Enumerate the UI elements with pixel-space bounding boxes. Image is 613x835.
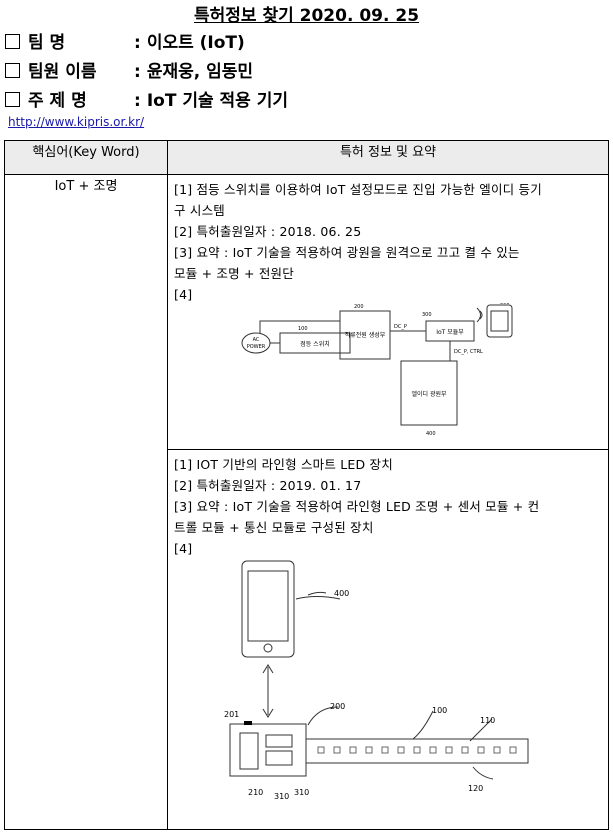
svg-text:100: 100 xyxy=(298,326,308,332)
svg-text:200: 200 xyxy=(330,702,345,711)
svg-text:210: 210 xyxy=(248,788,263,797)
power-gen-label: 직류전원 생성부 xyxy=(345,331,386,339)
svg-text:310: 310 xyxy=(294,788,309,797)
dc-ctrl-label: DC_P, CTRL xyxy=(454,349,483,355)
svg-text:500: 500 xyxy=(500,303,510,306)
patent-2-diagram: 400 201 200 100 110 120 210 310 310 xyxy=(224,560,529,801)
kipris-link[interactable]: http://www.kipris.or.kr/ xyxy=(8,115,144,129)
svg-text:400: 400 xyxy=(426,431,436,437)
checkbox-icon xyxy=(5,63,20,78)
led-strip xyxy=(305,738,529,764)
svg-text:120: 120 xyxy=(468,784,483,793)
svg-text:100: 100 xyxy=(432,706,447,715)
patent-1-diagram: AC POWER 점등 스위치 직류전원 생성부 IoT 모듈부 엘이디 광원부… xyxy=(241,303,513,437)
team-members-row: 팀원 이름: 윤재웅, 임동민 xyxy=(5,57,253,82)
ac-power-shape xyxy=(241,332,271,354)
dc-p-label: DC_P xyxy=(394,324,407,330)
keyword-column-header: 핵심어(Key Word) xyxy=(4,140,168,175)
svg-text:300: 300 xyxy=(422,312,432,318)
patent-2-cell: [1] IOT 기반의 라인형 스마트 LED 장치 [2] 특허출원일자 : … xyxy=(167,449,609,830)
checkbox-icon xyxy=(5,92,20,107)
switch-label: 점등 스위치 xyxy=(300,340,330,348)
svg-text:110: 110 xyxy=(480,716,495,725)
ac-label: AC xyxy=(253,337,260,343)
phone-shape xyxy=(241,560,295,658)
page-title: 특허정보 찾기 2020. 09. 25 xyxy=(193,6,420,26)
info-column-header: 특허 정보 및 요약 xyxy=(167,140,609,175)
svg-text:400: 400 xyxy=(334,589,349,598)
power-label: POWER xyxy=(247,344,266,350)
led-chips xyxy=(317,746,517,754)
svg-text:310: 310 xyxy=(274,792,289,801)
controller-box xyxy=(229,723,307,777)
patent-1-cell: [1] 점등 스위치를 이용하여 IoT 설정모드로 진입 가능한 엘이디 등기… xyxy=(167,174,609,450)
led-driver-label: 엘이디 광원부 xyxy=(411,390,447,398)
checkbox-icon xyxy=(5,34,20,49)
patent-table: 핵심어(Key Word) 특허 정보 및 요약 IoT + 조명 [1] 점등… xyxy=(4,140,609,830)
team-name-row: 팀 명: 이오트 (IoT) xyxy=(5,28,245,53)
svg-text:200: 200 xyxy=(354,304,364,310)
topic-row: 주 제 명: IoT 기술 적용 기기 xyxy=(5,86,288,111)
iot-module-label: IoT 모듈부 xyxy=(436,329,464,336)
svg-text:201: 201 xyxy=(224,710,239,719)
keyword-cell: IoT + 조명 xyxy=(4,174,168,830)
